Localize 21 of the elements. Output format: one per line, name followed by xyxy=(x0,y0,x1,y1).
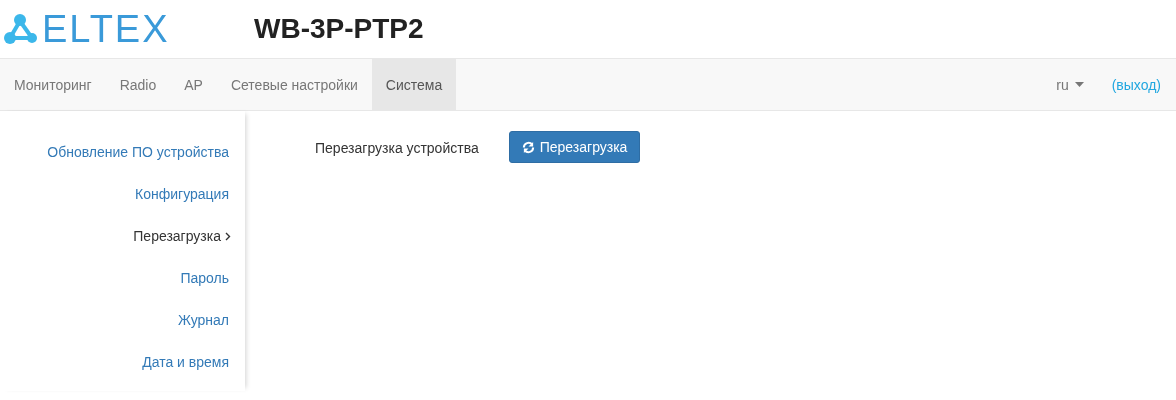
logo-icon xyxy=(4,14,38,44)
sidebar-item[interactable]: Перезагрузка xyxy=(133,215,245,257)
reboot-button[interactable]: Перезагрузка xyxy=(508,131,641,163)
logo-text: ELTEX xyxy=(42,10,170,48)
reboot-label: Перезагрузка устройства xyxy=(315,139,479,158)
refresh-icon xyxy=(521,140,535,154)
sidebar-item[interactable]: Конфигурация xyxy=(135,173,245,215)
sidebar-item[interactable]: Обновление ПО устройства xyxy=(47,131,245,173)
sidebar-item[interactable]: Дата и время xyxy=(142,341,245,383)
sidebar-item[interactable]: Журнал xyxy=(177,299,245,341)
nav-tab[interactable]: Система xyxy=(371,59,457,110)
device-title: WB-3P-PTP2 xyxy=(254,13,424,45)
nav-tab[interactable]: AP xyxy=(170,59,217,110)
nav-tab[interactable]: Сетевые настройки xyxy=(216,59,372,110)
nav-tab[interactable]: Radio xyxy=(105,59,171,110)
caret-icon xyxy=(1074,82,1084,87)
chevron-right-icon xyxy=(225,231,231,241)
logout-link[interactable]: (выход) xyxy=(1097,59,1176,110)
sidebar-item[interactable]: Пароль xyxy=(180,257,245,299)
language-dropdown[interactable]: ru xyxy=(1042,59,1098,110)
nav-tab[interactable]: Мониторинг xyxy=(0,59,106,110)
